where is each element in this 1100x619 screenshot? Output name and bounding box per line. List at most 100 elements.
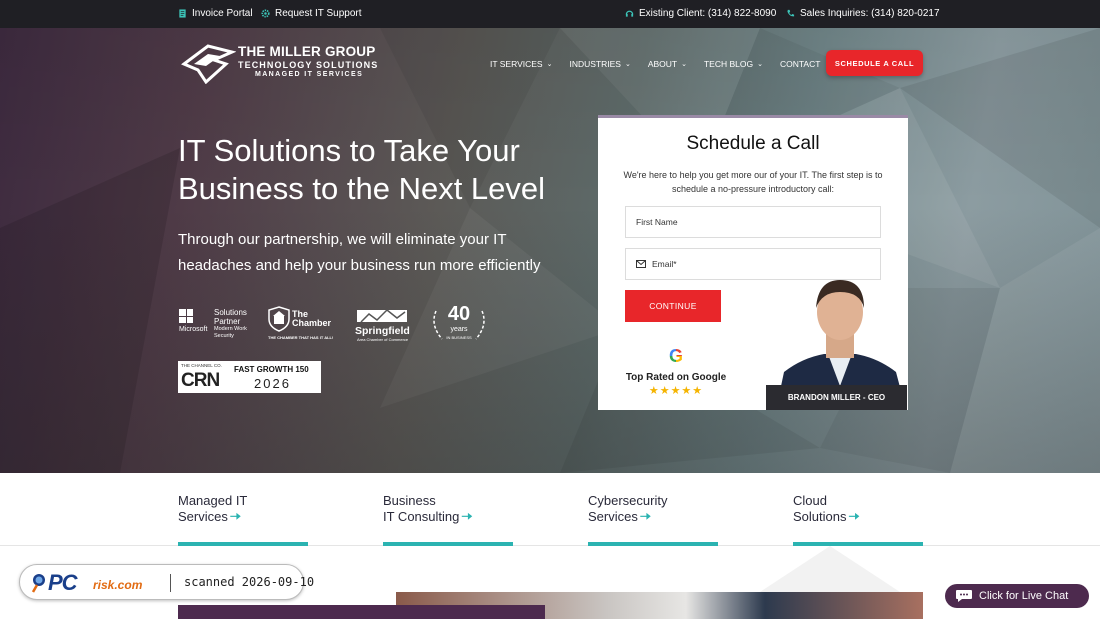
service-line2: Solutions 🠢 — [793, 509, 923, 525]
service-line2-text: Services — [588, 509, 638, 524]
nav-label: CONTACT — [779, 59, 821, 69]
email-placeholder: Email* — [652, 259, 677, 269]
arrow-right-icon: 🠢 — [848, 509, 860, 524]
service-line1: Cybersecurity — [588, 493, 668, 508]
first-name-placeholder: First Name — [636, 217, 678, 227]
chat-bubble-icon — [956, 590, 972, 602]
arrow-right-icon: 🠢 — [461, 509, 473, 524]
logo-emblem-icon — [181, 44, 236, 84]
chevron-down-icon: ⌄ — [624, 61, 631, 68]
top-bar: Invoice Portal Request IT Support Existi… — [0, 0, 1100, 28]
ms-l4: Security — [214, 333, 234, 339]
crn-year: 2026 — [254, 376, 291, 391]
springfield-badge: Springfield Area Chamber of Commerce — [355, 306, 415, 342]
hero-title: IT Solutions to Take Your Business to th… — [178, 133, 546, 206]
request-support-label: Request IT Support — [275, 8, 362, 19]
sales-label: Sales Inquiries: (314) 820-0217 — [800, 8, 940, 19]
service-line2: Services 🠢 — [588, 509, 718, 525]
service-line2-text: Services — [178, 509, 228, 524]
phone-icon — [787, 9, 795, 17]
main-nav: IT SERVICES ⌄ INDUSTRIES ⌄ ABOUT ⌄ TECH BLO… — [490, 59, 837, 69]
service-line1: Cloud — [793, 493, 827, 508]
purple-panel — [178, 605, 545, 619]
nav-about[interactable]: ABOUT ⌄ — [648, 59, 687, 69]
nav-contact[interactable]: CONTACT — [780, 59, 820, 69]
invoice-portal-link[interactable]: Invoice Portal — [178, 8, 253, 19]
chevron-down-icon: ⌄ — [757, 61, 763, 68]
microsoft-logo-icon — [179, 309, 193, 323]
service-line2-text: IT Consulting — [383, 509, 460, 524]
chamber-tagline: THE CHAMBER THAT HAS IT ALL! — [268, 335, 334, 340]
crn-fast-growth-badge: THE CHANNEL CO. CRN FAST GROWTH 150 2026 — [178, 361, 321, 393]
ms-l1: Solutions — [214, 308, 247, 317]
form-title: Schedule a Call — [686, 133, 820, 154]
pcrisk-risk: risk.com — [93, 578, 143, 592]
crn-logo: CRN — [181, 370, 220, 391]
service-line2: IT Consulting 🠢 — [383, 509, 513, 525]
years-sub: IN BUSINESS — [446, 335, 472, 340]
years-number: 40 — [447, 303, 471, 325]
existing-client-label: Existing Client: (314) 822-8090 — [639, 8, 777, 19]
nav-label: ABOUT — [647, 59, 678, 69]
arrow-right-icon: 🠢 — [639, 509, 651, 524]
service-line2: Services 🠢 — [178, 509, 308, 525]
magnifier-icon — [31, 574, 45, 593]
crn-channel: THE CHANNEL CO. — [181, 363, 222, 368]
decorative-triangle — [760, 546, 900, 592]
request-support-link[interactable]: Request IT Support — [261, 8, 362, 19]
google-g-letter: G — [668, 346, 683, 366]
nav-label: IT SERVICES — [490, 59, 543, 69]
service-line1: Business — [383, 493, 436, 508]
service-business-consulting[interactable]: Business IT Consulting 🠢 — [383, 493, 513, 546]
microsoft-partner-badge: Microsoft Solutions Partner Modern Work Se… — [178, 306, 268, 342]
envelope-icon — [636, 260, 646, 268]
chevron-down-icon: ⌄ — [546, 61, 553, 68]
company-logo[interactable]: THE MILLER GROUP TECHNOLOGY SOLUTIONS MA… — [180, 42, 380, 84]
chamber-badge: The Chamber THE CHAMBER THAT HAS IT ALL! — [268, 306, 340, 342]
chevron-down-icon: ⌄ — [681, 61, 687, 68]
nav-industries[interactable]: INDUSTRIES ⌄ — [569, 59, 630, 69]
springfield-tagline: Area Chamber of Commerce — [357, 337, 409, 342]
schedule-call-button[interactable]: SCHEDULE A CALL — [826, 50, 923, 76]
scan-date: scanned 2026-09-10 — [184, 575, 315, 589]
service-cloud[interactable]: Cloud Solutions 🠢 — [793, 493, 923, 546]
logo-line1: THE MILLER GROUP — [238, 44, 376, 59]
google-g-icon: G — [618, 346, 734, 366]
nav-tech-blog[interactable]: TECH BLOG ⌄ — [704, 59, 763, 69]
nav-it-services[interactable]: IT SERVICES ⌄ — [490, 59, 552, 69]
pcrisk-divider — [170, 574, 171, 592]
schedule-call-form: Schedule a Call We're here to help you g… — [598, 115, 908, 410]
arrow-right-icon: 🠢 — [229, 509, 241, 524]
hero-subtitle: Through our partnership, we will elimina… — [178, 231, 541, 274]
pcrisk-scan-badge: PC risk.com scanned 2026-09-10 — [19, 564, 314, 600]
sales-phone[interactable]: Sales Inquiries: (314) 820-0217 — [786, 8, 940, 19]
nav-label: INDUSTRIES — [569, 59, 621, 69]
google-rating: G Top Rated on Google ★★★★★ — [618, 346, 734, 397]
microsoft-designation: Modern Work Security — [214, 326, 247, 340]
live-chat-button[interactable]: Click for Live Chat — [945, 584, 1089, 608]
gear-icon — [261, 9, 270, 18]
first-name-input[interactable]: First Name — [625, 206, 881, 238]
microsoft-word: Microsoft — [179, 326, 208, 333]
years-word: years — [450, 326, 468, 333]
form-description: We're here to help you get more our of y… — [623, 170, 883, 194]
service-cybersecurity[interactable]: Cybersecurity Services 🠢 — [588, 493, 718, 546]
chamber-name: The Chamber — [292, 310, 331, 328]
service-managed-it[interactable]: Managed IT Services 🠢 — [178, 493, 308, 546]
pcrisk-pc: PC — [48, 570, 78, 595]
ms-l2: Partner — [214, 317, 241, 326]
nav-label: TECH BLOG — [703, 59, 754, 69]
logo-line3: MANAGED IT SERVICES — [255, 71, 364, 78]
service-line1: Managed IT — [178, 493, 248, 508]
ceo-caption: BRANDON MILLER - CEO — [766, 385, 907, 410]
springfield-name: Springfield — [355, 325, 410, 337]
continue-button[interactable]: CONTINUE — [625, 290, 721, 322]
google-rating-text: Top Rated on Google — [625, 372, 727, 383]
existing-client-phone[interactable]: Existing Client: (314) 822-8090 — [625, 8, 776, 19]
document-icon — [179, 9, 186, 18]
chamber-l2: Chamber — [292, 318, 332, 328]
crn-title: FAST GROWTH 150 — [234, 365, 309, 374]
shield-icon — [268, 306, 290, 332]
star-rating: ★★★★★ — [648, 385, 704, 397]
ms-l3: Modern Work — [214, 326, 247, 332]
